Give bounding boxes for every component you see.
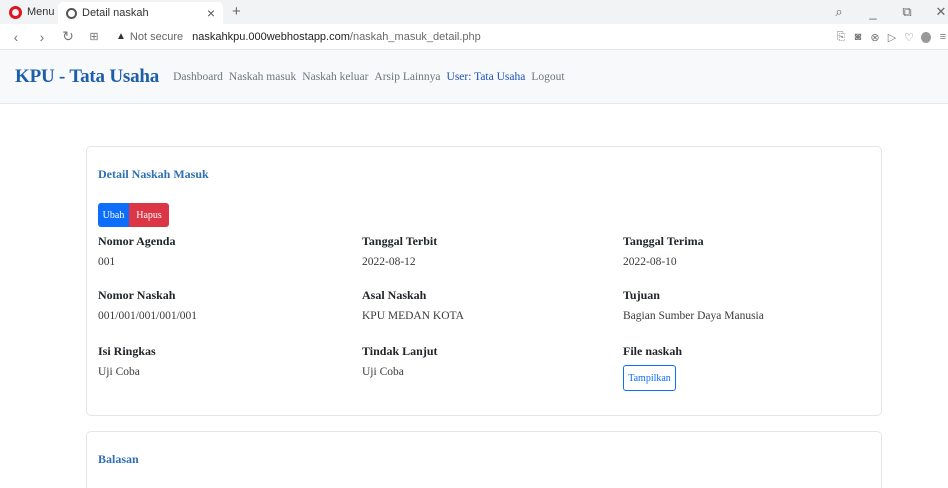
- nav-link-user[interactable]: User: Tata Usaha: [447, 71, 526, 83]
- field-tanggal-terbit: Tanggal Terbit 2022-08-12: [362, 234, 437, 268]
- url-field[interactable]: naskahkpu.000webhostapp.com/naskah_masuk…: [192, 31, 481, 43]
- tampilkan-button[interactable]: Tampilkan: [623, 365, 676, 391]
- tab-title: Detail naskah: [82, 7, 149, 19]
- field-value: Bagian Sumber Daya Manusia: [623, 310, 764, 322]
- nav-link-arsip-lainnya[interactable]: Arsip Lainnya: [374, 71, 440, 83]
- field-label: Tanggal Terima: [623, 234, 704, 248]
- field-label: Nomor Naskah: [98, 288, 176, 302]
- field-isi-ringkas: Isi Ringkas Uji Coba: [98, 344, 156, 378]
- nav-link-naskah-masuk[interactable]: Naskah masuk: [229, 71, 296, 83]
- speed-dial-icon[interactable]: ⊞: [88, 30, 100, 43]
- window-controls: ⌕ _ ⧉ ✕: [832, 0, 948, 24]
- field-asal-naskah: Asal Naskah KPU MEDAN KOTA: [362, 288, 464, 322]
- field-value: 2022-08-10: [623, 256, 677, 268]
- url-path: /naskah_masuk_detail.php: [349, 30, 481, 43]
- opera-logo-icon: [9, 5, 22, 19]
- url-domain: naskahkpu.000webhostapp.com: [192, 30, 350, 43]
- hapus-button[interactable]: Hapus: [129, 203, 169, 227]
- field-nomor-naskah: Nomor Naskah 001/001/001/001/001: [98, 288, 197, 322]
- back-icon[interactable]: ‹: [10, 29, 22, 45]
- field-label: File naskah: [623, 344, 683, 358]
- menu-lines-icon[interactable]: ≡: [938, 31, 948, 43]
- tab-close-icon[interactable]: ×: [207, 6, 215, 20]
- field-nomor-agenda: Nomor Agenda 001: [98, 234, 175, 268]
- site-navbar: KPU - Tata Usaha Dashboard Naskah masuk …: [0, 50, 948, 104]
- minimize-icon[interactable]: _: [866, 5, 880, 20]
- field-label: Isi Ringkas: [98, 344, 156, 358]
- reload-icon[interactable]: ↻: [62, 28, 74, 45]
- navbar-brand[interactable]: KPU - Tata Usaha: [15, 66, 159, 88]
- heart-icon[interactable]: ♡: [904, 31, 914, 44]
- security-label: Not secure: [129, 30, 184, 43]
- forward-icon[interactable]: ›: [36, 29, 48, 45]
- field-tujuan: Tujuan Bagian Sumber Daya Manusia: [623, 288, 764, 322]
- nav-link-naskah-keluar[interactable]: Naskah keluar: [302, 71, 368, 83]
- address-bar: ‹ › ↻ ⊞ ▲ Not secure naskahkpu.000webhos…: [0, 24, 948, 50]
- globe-icon: [66, 7, 77, 19]
- profile-icon[interactable]: [921, 31, 931, 43]
- nav-link-logout[interactable]: Logout: [531, 71, 564, 83]
- security-indicator[interactable]: ▲ Not secure: [116, 31, 183, 43]
- new-tab-button[interactable]: +: [232, 3, 241, 20]
- field-value: 001/001/001/001/001: [98, 310, 198, 322]
- browser-menu-label: Menu: [27, 6, 55, 18]
- field-label: Nomor Agenda: [98, 234, 176, 248]
- camera-icon[interactable]: ◙: [853, 31, 863, 43]
- snapshot-icon[interactable]: ⎘: [836, 31, 846, 44]
- browser-tab-bar: Menu Detail naskah × + ⌕ _ ⧉ ✕: [0, 0, 948, 24]
- field-label: Tujuan: [623, 288, 660, 302]
- ubah-button[interactable]: Ubah: [98, 203, 129, 227]
- balasan-card: Balasan: [86, 431, 882, 488]
- warning-icon: ▲: [116, 31, 126, 42]
- nav-link-dashboard[interactable]: Dashboard: [173, 71, 223, 83]
- browser-tab-active[interactable]: Detail naskah ×: [58, 2, 223, 24]
- field-value: Uji Coba: [98, 366, 140, 378]
- field-value: KPU MEDAN KOTA: [362, 310, 464, 322]
- search-icon[interactable]: ⌕: [832, 4, 846, 20]
- play-icon[interactable]: ▷: [887, 31, 897, 44]
- field-tindak-lanjut: Tindak Lanjut Uji Coba: [362, 344, 438, 378]
- field-label: Tanggal Terbit: [362, 234, 438, 248]
- restore-icon[interactable]: ⧉: [900, 4, 914, 20]
- field-label: Asal Naskah: [362, 288, 427, 302]
- field-value: 001: [98, 256, 116, 268]
- detail-card: Detail Naskah Masuk Ubah Hapus Nomor Age…: [86, 146, 882, 416]
- close-icon[interactable]: ✕: [934, 4, 948, 20]
- field-value: 2022-08-12: [362, 256, 416, 268]
- balasan-card-title: Balasan: [98, 452, 139, 466]
- field-value: Uji Coba: [362, 366, 404, 378]
- detail-card-title: Detail Naskah Masuk: [98, 167, 209, 181]
- field-file-naskah: File naskah Tampilkan: [623, 344, 682, 391]
- adblock-icon[interactable]: ⊗: [870, 31, 880, 44]
- field-tanggal-terima: Tanggal Terima 2022-08-10: [623, 234, 704, 268]
- field-label: Tindak Lanjut: [362, 344, 438, 358]
- browser-menu-button[interactable]: Menu: [0, 0, 65, 24]
- address-bar-actions: ⎘ ◙ ⊗ ▷ ♡ ≡: [836, 24, 948, 50]
